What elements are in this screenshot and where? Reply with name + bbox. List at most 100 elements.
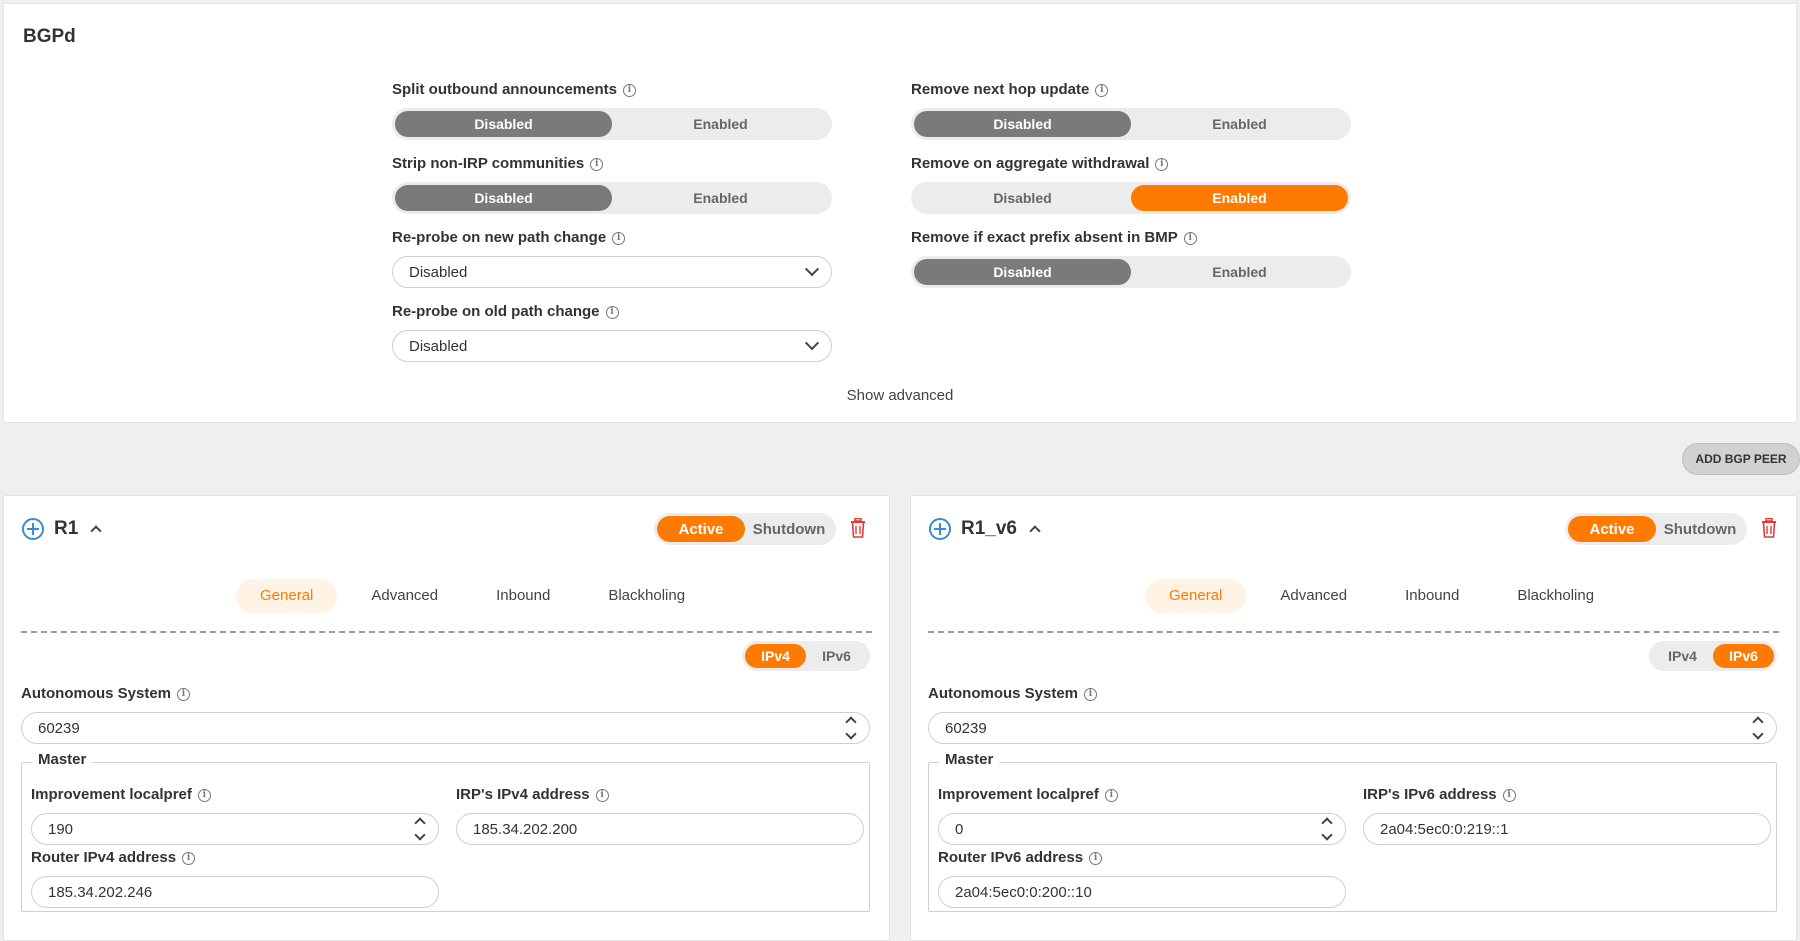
info-icon[interactable]: i <box>590 157 604 171</box>
split-outbound-enabled[interactable]: Enabled <box>612 111 829 137</box>
reprobe-new-select[interactable]: Disabled <box>392 256 832 288</box>
chevron-down-icon <box>804 336 820 351</box>
state-active[interactable]: Active <box>657 516 745 542</box>
tab-blackholing[interactable]: Blackholing <box>1493 579 1618 613</box>
trash-icon[interactable] <box>850 518 866 538</box>
reprobe-old-select[interactable]: Disabled <box>392 330 832 362</box>
localpref-value: 190 <box>48 820 74 838</box>
info-icon[interactable]: i <box>1155 157 1169 171</box>
remove-next-hop-enabled[interactable]: Enabled <box>1131 111 1348 137</box>
tab-general[interactable]: General <box>236 579 338 613</box>
tab-advanced[interactable]: Advanced <box>347 579 462 613</box>
as-value: 60239 <box>945 719 987 737</box>
irp-address-input[interactable]: 185.34.202.200 <box>456 813 864 845</box>
as-label: Autonomous System <box>928 685 1079 702</box>
split-outbound-field: Split outbound announcements i Disabled … <box>392 80 832 140</box>
state-active[interactable]: Active <box>1568 516 1656 542</box>
remove-next-hop-field: Remove next hop update i Disabled Enable… <box>911 80 1351 140</box>
info-icon[interactable]: i <box>623 83 636 97</box>
ip-version-toggle: IPv4 IPv6 <box>1649 641 1777 671</box>
as-input[interactable]: 60239 <box>21 712 870 744</box>
info-icon[interactable]: i <box>197 788 211 802</box>
trash-icon[interactable] <box>1761 518 1777 538</box>
info-icon[interactable]: i <box>1104 788 1118 802</box>
remove-exact-prefix-field: Remove if exact prefix absent in BMP i D… <box>911 228 1351 288</box>
reprobe-new-field: Re-probe on new path change i Disabled <box>392 228 832 288</box>
tab-general[interactable]: General <box>1145 579 1247 613</box>
localpref-input[interactable]: 0 <box>938 813 1346 845</box>
router-address-input[interactable]: 2a04:5ec0:0:200::10 <box>938 876 1346 908</box>
state-shutdown[interactable]: Shutdown <box>1656 516 1744 542</box>
router-address-label: Router IPv4 address <box>31 849 177 866</box>
irp-address-label: IRP's IPv4 address <box>456 786 590 803</box>
remove-aggregate-toggle: Disabled Enabled <box>911 182 1351 214</box>
ip-v4-option[interactable]: IPv4 <box>1652 644 1713 668</box>
localpref-value: 0 <box>955 820 964 838</box>
remove-next-hop-disabled[interactable]: Disabled <box>914 111 1131 137</box>
stepper-icon[interactable] <box>845 714 857 742</box>
remove-exact-prefix-enabled[interactable]: Enabled <box>1131 259 1348 285</box>
info-icon[interactable]: i <box>595 788 609 802</box>
irp-address-value: 2a04:5ec0:0:219::1 <box>1380 820 1509 838</box>
strip-non-irp-enabled[interactable]: Enabled <box>612 185 829 211</box>
master-legend: Master <box>939 751 1000 768</box>
split-outbound-disabled[interactable]: Disabled <box>395 111 612 137</box>
remove-exact-prefix-label: Remove if exact prefix absent in BMP <box>911 229 1178 246</box>
info-icon[interactable]: i <box>1502 788 1516 802</box>
irp-address-input[interactable]: 2a04:5ec0:0:219::1 <box>1363 813 1771 845</box>
info-icon[interactable]: i <box>1095 83 1109 97</box>
ip-v4-option[interactable]: IPv4 <box>745 644 806 668</box>
as-input[interactable]: 60239 <box>928 712 1777 744</box>
show-advanced-link[interactable]: Show advanced <box>4 387 1796 404</box>
peer-card-r1: R1 Active Shutdown General Advanced Inbo… <box>3 495 890 941</box>
collapse-chevron-icon[interactable] <box>1029 525 1041 537</box>
tab-inbound[interactable]: Inbound <box>472 579 574 613</box>
tab-advanced[interactable]: Advanced <box>1256 579 1371 613</box>
reprobe-old-field: Re-probe on old path change i Disabled <box>392 302 832 362</box>
strip-non-irp-field: Strip non-IRP communities i Disabled Ena… <box>392 154 832 214</box>
peer-name: R1_v6 <box>961 518 1017 539</box>
collapse-chevron-icon[interactable] <box>90 525 102 537</box>
peer-card-r1-v6: R1_v6 Active Shutdown General Advanced I… <box>910 495 1797 941</box>
split-outbound-label: Split outbound announcements <box>392 81 617 98</box>
ip-v6-option[interactable]: IPv6 <box>1713 644 1774 668</box>
remove-aggregate-disabled[interactable]: Disabled <box>914 185 1131 211</box>
stepper-icon[interactable] <box>1321 815 1333 843</box>
remove-aggregate-label: Remove on aggregate withdrawal <box>911 155 1150 172</box>
irp-address-value: 185.34.202.200 <box>473 820 578 838</box>
state-shutdown[interactable]: Shutdown <box>745 516 833 542</box>
localpref-input[interactable]: 190 <box>31 813 439 845</box>
info-icon[interactable]: i <box>1084 687 1098 701</box>
stepper-icon[interactable] <box>1752 714 1764 742</box>
reprobe-old-label: Re-probe on old path change <box>392 303 600 320</box>
chevron-down-icon <box>804 262 820 277</box>
router-address-input[interactable]: 185.34.202.246 <box>31 876 439 908</box>
add-bgp-peer-button[interactable]: ADD BGP PEER <box>1682 443 1800 475</box>
info-icon[interactable]: i <box>605 305 619 319</box>
divider <box>928 631 1779 633</box>
router-address-value: 2a04:5ec0:0:200::10 <box>955 883 1092 901</box>
localpref-label: Improvement localpref <box>938 786 1099 803</box>
peer-name: R1 <box>54 518 79 539</box>
master-fieldset: Master Improvement localpref i 0 IRP's I… <box>928 751 1777 912</box>
tab-inbound[interactable]: Inbound <box>1381 579 1483 613</box>
ip-version-toggle: IPv4 IPv6 <box>742 641 870 671</box>
remove-aggregate-enabled[interactable]: Enabled <box>1131 185 1348 211</box>
peer-tabs: General Advanced Inbound Blackholing <box>236 579 709 613</box>
info-icon[interactable]: i <box>182 851 196 865</box>
tab-blackholing[interactable]: Blackholing <box>584 579 709 613</box>
router-icon <box>22 518 44 540</box>
remove-exact-prefix-disabled[interactable]: Disabled <box>914 259 1131 285</box>
peer-tabs: General Advanced Inbound Blackholing <box>1145 579 1618 613</box>
ip-v6-option[interactable]: IPv6 <box>806 644 867 668</box>
info-icon[interactable]: i <box>1183 231 1197 245</box>
info-icon[interactable]: i <box>612 231 626 245</box>
info-icon[interactable]: i <box>177 687 191 701</box>
divider <box>21 631 872 633</box>
strip-non-irp-disabled[interactable]: Disabled <box>395 185 612 211</box>
strip-non-irp-toggle: Disabled Enabled <box>392 182 832 214</box>
info-icon[interactable]: i <box>1089 851 1103 865</box>
stepper-icon[interactable] <box>414 815 426 843</box>
split-outbound-toggle: Disabled Enabled <box>392 108 832 140</box>
master-legend: Master <box>32 751 93 768</box>
